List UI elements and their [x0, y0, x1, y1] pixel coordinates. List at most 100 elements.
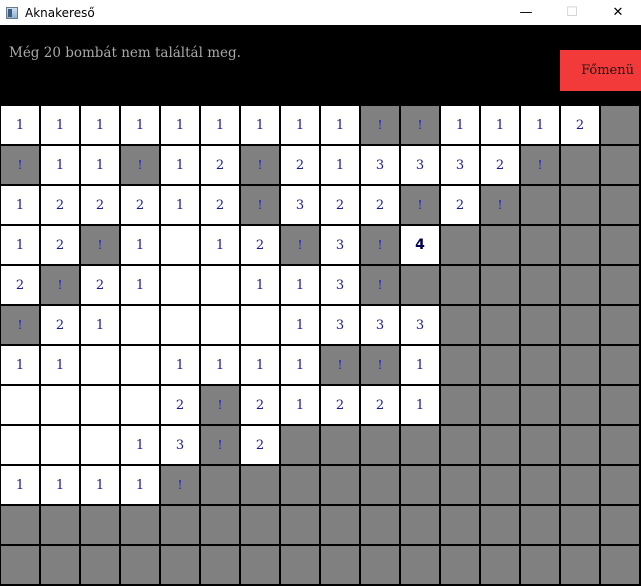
cell-hidden[interactable] — [200, 545, 240, 585]
cell-flagged[interactable]: ! — [360, 265, 400, 305]
cell-hidden[interactable] — [440, 505, 480, 545]
cell-number[interactable]: 1 — [320, 105, 360, 145]
cell-hidden[interactable] — [160, 505, 200, 545]
cell-empty[interactable] — [120, 345, 160, 385]
cell-hidden[interactable] — [600, 505, 640, 545]
cell-number[interactable]: 1 — [280, 385, 320, 425]
cell-hidden[interactable] — [560, 345, 600, 385]
cell-number[interactable]: 2 — [240, 425, 280, 465]
cell-number[interactable]: 1 — [80, 465, 120, 505]
cell-number[interactable]: 1 — [0, 465, 40, 505]
cell-number[interactable]: 1 — [40, 145, 80, 185]
cell-number[interactable]: 2 — [440, 185, 480, 225]
cell-number[interactable]: 1 — [80, 305, 120, 345]
cell-flagged[interactable]: ! — [200, 385, 240, 425]
cell-number[interactable]: 1 — [80, 145, 120, 185]
cell-hidden[interactable] — [0, 505, 40, 545]
cell-number[interactable]: 2 — [200, 145, 240, 185]
main-menu-button[interactable]: Főmenü — [560, 50, 641, 91]
minimize-button[interactable]: — — [503, 0, 549, 25]
cell-number[interactable]: 1 — [280, 265, 320, 305]
cell-hidden[interactable] — [440, 465, 480, 505]
cell-number[interactable]: 2 — [40, 305, 80, 345]
cell-hidden[interactable] — [280, 545, 320, 585]
cell-number[interactable]: 2 — [40, 225, 80, 265]
cell-empty[interactable] — [200, 305, 240, 345]
cell-number[interactable]: 3 — [160, 425, 200, 465]
cell-number[interactable]: 2 — [80, 265, 120, 305]
cell-number[interactable]: 1 — [0, 225, 40, 265]
cell-hidden[interactable] — [600, 225, 640, 265]
cell-hidden[interactable] — [520, 185, 560, 225]
cell-hidden[interactable] — [480, 545, 520, 585]
cell-number[interactable]: 1 — [240, 265, 280, 305]
cell-number[interactable]: 1 — [120, 465, 160, 505]
cell-empty[interactable] — [40, 425, 80, 465]
cell-number[interactable]: 1 — [160, 145, 200, 185]
cell-number[interactable]: 1 — [120, 225, 160, 265]
cell-number[interactable]: 1 — [200, 345, 240, 385]
cell-hidden[interactable] — [560, 185, 600, 225]
cell-hidden[interactable] — [520, 425, 560, 465]
cell-number[interactable]: 1 — [160, 185, 200, 225]
cell-number[interactable]: 3 — [320, 305, 360, 345]
cell-hidden[interactable] — [320, 545, 360, 585]
cell-number[interactable]: 2 — [280, 145, 320, 185]
cell-number[interactable]: 1 — [520, 105, 560, 145]
cell-hidden[interactable] — [400, 265, 440, 305]
cell-hidden[interactable] — [600, 105, 640, 145]
cell-empty[interactable] — [160, 265, 200, 305]
cell-number[interactable]: 1 — [0, 105, 40, 145]
cell-empty[interactable] — [160, 305, 200, 345]
cell-hidden[interactable] — [600, 265, 640, 305]
cell-flagged[interactable]: ! — [0, 145, 40, 185]
cell-empty[interactable] — [240, 305, 280, 345]
cell-empty[interactable] — [80, 385, 120, 425]
cell-flagged[interactable]: ! — [520, 145, 560, 185]
cell-number[interactable]: 2 — [240, 385, 280, 425]
cell-hidden[interactable] — [240, 545, 280, 585]
close-button[interactable]: ✕ — [595, 0, 641, 25]
cell-number[interactable]: 2 — [80, 185, 120, 225]
cell-hidden[interactable] — [360, 425, 400, 465]
cell-hidden[interactable] — [240, 465, 280, 505]
cell-hidden[interactable] — [480, 425, 520, 465]
cell-empty[interactable] — [80, 425, 120, 465]
cell-hidden[interactable] — [440, 265, 480, 305]
cell-hidden[interactable] — [520, 465, 560, 505]
cell-flagged[interactable]: ! — [400, 185, 440, 225]
cell-number[interactable]: 1 — [280, 105, 320, 145]
cell-flagged[interactable]: ! — [480, 185, 520, 225]
cell-empty[interactable] — [0, 385, 40, 425]
cell-number[interactable]: 2 — [0, 265, 40, 305]
cell-flagged[interactable]: ! — [360, 345, 400, 385]
cell-number[interactable]: 2 — [360, 185, 400, 225]
cell-hidden[interactable] — [360, 465, 400, 505]
cell-hidden[interactable] — [360, 505, 400, 545]
cell-number[interactable]: 2 — [560, 105, 600, 145]
cell-hidden[interactable] — [360, 545, 400, 585]
cell-number[interactable]: 1 — [440, 105, 480, 145]
cell-hidden[interactable] — [480, 465, 520, 505]
cell-number[interactable]: 3 — [440, 145, 480, 185]
cell-hidden[interactable] — [560, 145, 600, 185]
cell-flagged[interactable]: ! — [400, 105, 440, 145]
cell-hidden[interactable] — [480, 345, 520, 385]
cell-number[interactable]: 1 — [200, 225, 240, 265]
cell-hidden[interactable] — [560, 425, 600, 465]
cell-hidden[interactable] — [480, 225, 520, 265]
cell-hidden[interactable] — [240, 505, 280, 545]
cell-empty[interactable] — [40, 385, 80, 425]
cell-number[interactable]: 1 — [480, 105, 520, 145]
cell-number[interactable]: 2 — [40, 185, 80, 225]
cell-hidden[interactable] — [600, 545, 640, 585]
cell-hidden[interactable] — [40, 545, 80, 585]
cell-number[interactable]: 3 — [280, 185, 320, 225]
cell-hidden[interactable] — [480, 385, 520, 425]
cell-hidden[interactable] — [440, 385, 480, 425]
cell-number[interactable]: 2 — [160, 385, 200, 425]
cell-number[interactable]: 1 — [120, 105, 160, 145]
cell-hidden[interactable] — [40, 505, 80, 545]
cell-empty[interactable] — [0, 425, 40, 465]
cell-number[interactable]: 1 — [80, 105, 120, 145]
